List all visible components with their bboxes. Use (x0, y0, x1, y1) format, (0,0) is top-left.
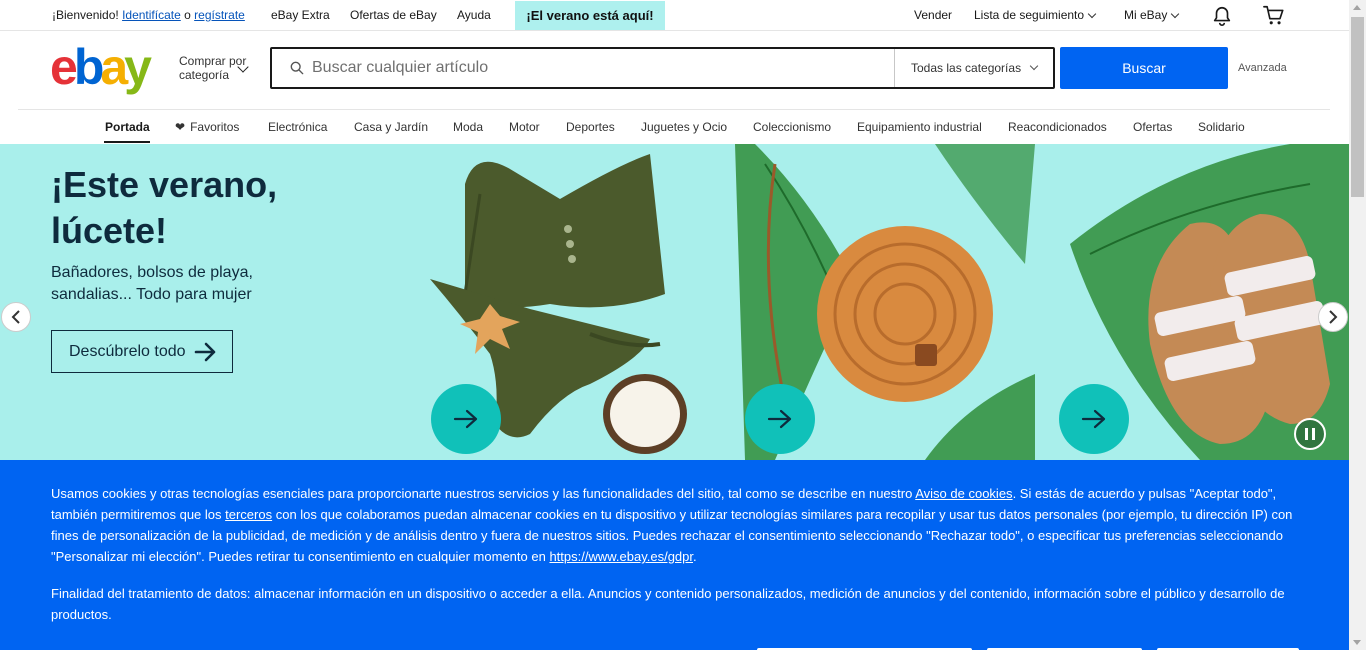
help-link[interactable]: Ayuda (457, 8, 491, 22)
sell-link[interactable]: Vender (914, 8, 952, 22)
cookie-notice-link[interactable]: Aviso de cookies (915, 486, 1012, 501)
carousel-prev-button[interactable] (1, 302, 31, 332)
bell-icon[interactable] (1211, 5, 1233, 27)
search-bar: Todas las categorías (270, 47, 1055, 89)
signin-link[interactable]: Identifícate (122, 8, 181, 22)
arrow-right-icon (194, 342, 215, 361)
sandals-tile-arrow-button[interactable] (1059, 384, 1129, 454)
cart-icon[interactable] (1262, 4, 1286, 26)
top-utility-bar: ¡Bienvenido! Identifícate o regístrate e… (0, 0, 1349, 31)
nav-item-equipamiento[interactable]: Equipamiento industrial (857, 120, 982, 134)
nav-item-reacondicionados[interactable]: Reacondicionados (1008, 120, 1107, 134)
bag-tile-arrow-button[interactable] (745, 384, 815, 454)
nav-item-coleccionismo[interactable]: Coleccionismo (753, 120, 831, 134)
nav-item-portada[interactable]: Portada (105, 120, 150, 134)
ebay-extra-link[interactable]: eBay Extra (271, 8, 330, 22)
welcome-text: ¡Bienvenido! Identifícate o regístrate (52, 8, 245, 22)
cookie-purpose-text: Finalidad del tratamiento de datos: alma… (51, 586, 1285, 622)
discover-all-button[interactable]: Descúbrelo todo (51, 330, 233, 373)
search-input[interactable] (312, 49, 892, 87)
arrow-right-icon (1081, 409, 1106, 429)
pause-icon (1305, 428, 1315, 440)
watchlist-menu[interactable]: Lista de seguimiento (974, 8, 1097, 22)
carousel-pause-button[interactable] (1294, 418, 1326, 450)
advanced-search-link[interactable]: Avanzada (1238, 62, 1287, 74)
cookie-notice-text: Usamos cookies y otras tecnologías esenc… (51, 486, 1293, 564)
search-icon (290, 61, 304, 75)
chevron-right-icon (1329, 310, 1338, 324)
bikini-tile-arrow-button[interactable] (431, 384, 501, 454)
nav-item-favoritos[interactable]: ❤ Favoritos (175, 120, 239, 134)
scroll-down-arrow[interactable] (1353, 640, 1361, 645)
nav-item-ofertas[interactable]: Ofertas (1133, 120, 1172, 134)
shop-by-category-button[interactable]: Comprar por categoría (179, 54, 259, 82)
carousel-next-button[interactable] (1318, 302, 1348, 332)
scroll-up-arrow[interactable] (1353, 5, 1361, 10)
register-link[interactable]: regístrate (194, 8, 245, 22)
nav-item-solidario[interactable]: Solidario (1198, 120, 1245, 134)
arrow-right-icon (767, 409, 792, 429)
search-button[interactable]: Buscar (1060, 47, 1228, 89)
hero-banner: ¡Este verano, lúcete! Bañadores, bolsos … (0, 144, 1349, 460)
category-nav: Portada ❤ Favoritos Electrónica Casa y Ja… (0, 110, 1349, 144)
gdpr-link[interactable]: https://www.ebay.es/gdpr (549, 549, 693, 564)
chevron-left-icon (11, 310, 20, 324)
scrollbar-thumb[interactable] (1351, 17, 1364, 197)
arrow-right-icon (453, 409, 478, 429)
nav-item-motor[interactable]: Motor (509, 120, 540, 134)
hero-subtitle: Bañadores, bolsos de playa, sandalias...… (51, 264, 253, 303)
chevron-down-icon (1171, 9, 1180, 19)
nav-item-deportes[interactable]: Deportes (566, 120, 615, 134)
page-scrollbar[interactable] (1349, 0, 1366, 650)
nav-item-juguetes[interactable]: Juguetes y Ocio (641, 120, 727, 134)
chevron-down-icon (1029, 61, 1039, 71)
third-parties-link[interactable]: terceros (225, 507, 272, 522)
chevron-down-icon (1087, 9, 1097, 19)
active-tab-indicator (104, 141, 150, 143)
ebay-logo[interactable]: ebay (50, 42, 170, 92)
nav-item-moda[interactable]: Moda (453, 120, 483, 134)
my-ebay-menu[interactable]: Mi eBay (1124, 8, 1180, 22)
hero-title: ¡Este verano, lúcete! (51, 164, 278, 251)
nav-item-casa-jardin[interactable]: Casa y Jardín (354, 120, 428, 134)
nav-item-electronica[interactable]: Electrónica (268, 120, 327, 134)
heart-icon: ❤ (175, 120, 186, 134)
category-select[interactable]: Todas las categorías (894, 49, 1055, 87)
summer-promo-badge[interactable]: ¡El verano está aquí! (515, 1, 665, 30)
deals-link[interactable]: Ofertas de eBay (350, 8, 437, 22)
cookie-consent-banner: Usamos cookies y otras tecnologías esenc… (0, 460, 1349, 650)
